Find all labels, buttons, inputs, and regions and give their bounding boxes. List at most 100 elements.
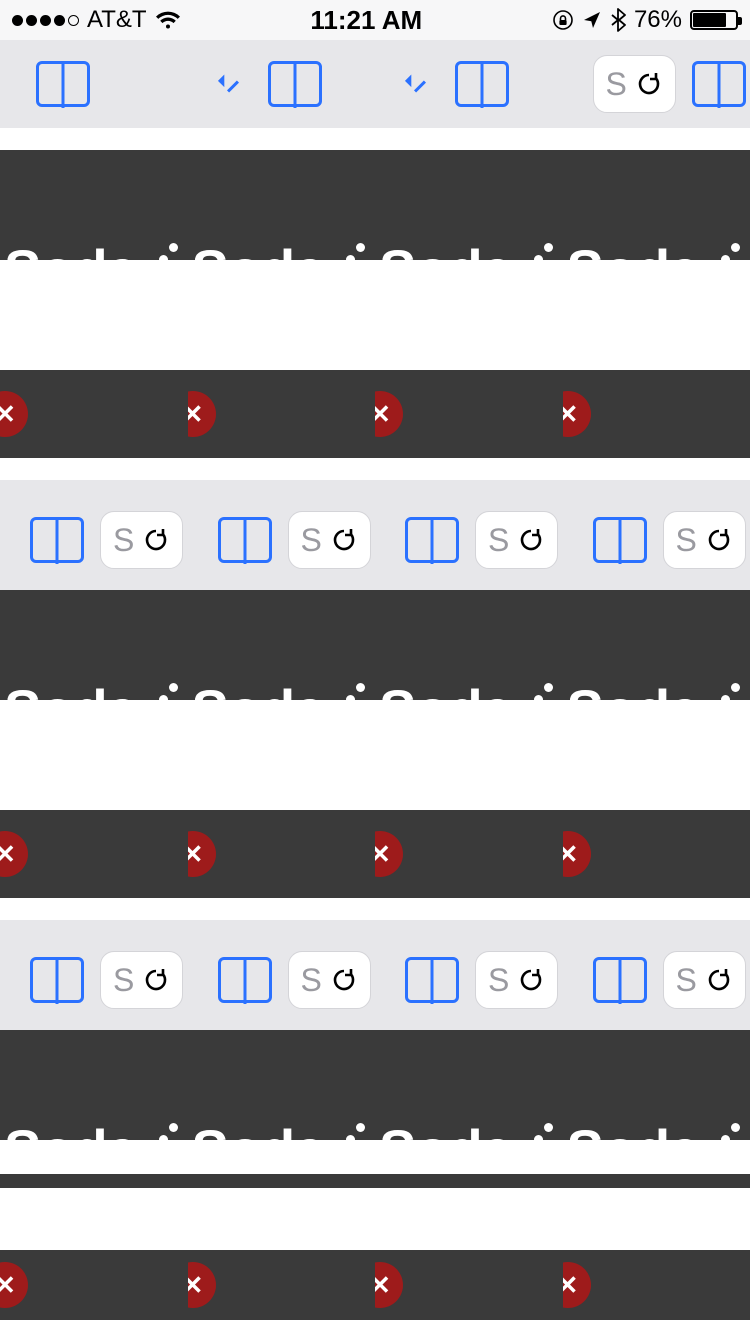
content-strip: ✕: [563, 370, 750, 458]
content-strip: ✕: [0, 370, 188, 458]
address-bar[interactable]: S: [100, 511, 183, 569]
open-in-new-icon[interactable]: [411, 73, 433, 95]
content-gap: [375, 700, 563, 770]
content-strip: ✕: [188, 810, 376, 898]
bookmarks-icon[interactable]: [30, 957, 84, 1003]
bookmarks-icon[interactable]: [405, 517, 459, 563]
tab-thumbnail[interactable]: S: [0, 480, 188, 600]
reload-icon[interactable]: [635, 70, 663, 98]
close-badge-icon[interactable]: ✕: [188, 831, 216, 877]
content-gap: [0, 1140, 188, 1174]
tab-thumbnail[interactable]: S: [188, 480, 376, 600]
wifi-icon: [155, 10, 181, 30]
search-hint: S: [113, 522, 134, 559]
close-badge-icon[interactable]: ✕: [563, 391, 591, 437]
content-gap: [375, 1140, 563, 1174]
reload-icon[interactable]: [705, 526, 733, 554]
status-left: AT&T: [12, 6, 181, 34]
bookmarks-icon[interactable]: [36, 61, 90, 107]
reload-icon[interactable]: [330, 526, 358, 554]
content-gap: [563, 700, 750, 770]
search-hint: S: [113, 962, 134, 999]
bluetooth-icon: [610, 8, 626, 32]
tab-thumbnail[interactable]: [188, 40, 376, 128]
search-hint: S: [301, 522, 322, 559]
search-hint: S: [676, 962, 697, 999]
close-badge-icon[interactable]: ✕: [188, 1262, 216, 1308]
close-badge-icon[interactable]: ✕: [563, 831, 591, 877]
status-right: 76%: [552, 6, 738, 34]
address-bar[interactable]: S: [475, 511, 558, 569]
tab-thumbnail[interactable]: S S: [563, 40, 750, 128]
orientation-lock-icon: [552, 9, 574, 31]
content-strip: ✕: [0, 1250, 188, 1320]
content-strip: ✕: [375, 370, 563, 458]
address-bar[interactable]: S: [663, 951, 746, 1009]
status-clock: 11:21 AM: [310, 5, 422, 36]
reload-icon[interactable]: [517, 526, 545, 554]
close-badge-icon[interactable]: ✕: [188, 391, 216, 437]
content-gap: [563, 1140, 750, 1174]
content-gap: [188, 260, 376, 330]
reload-icon[interactable]: [142, 526, 170, 554]
bookmarks-icon[interactable]: [30, 517, 84, 563]
reload-icon[interactable]: [330, 966, 358, 994]
bookmarks-icon[interactable]: [218, 957, 272, 1003]
battery-icon: [690, 10, 738, 30]
content-strip: ✕: [375, 1250, 563, 1320]
content-gap: [0, 260, 188, 330]
content-gap: [375, 260, 563, 330]
tab-thumbnail[interactable]: [0, 40, 188, 128]
tab-overview-grid: S S Soda Soda Soda Soda ✕ ✕ ✕: [0, 40, 750, 1334]
address-bar[interactable]: S: [288, 951, 371, 1009]
content-strip: ✕: [563, 1250, 750, 1320]
bookmarks-icon[interactable]: [593, 517, 647, 563]
content-strip: ✕: [563, 810, 750, 898]
search-hint: S: [301, 962, 322, 999]
address-bar[interactable]: S: [663, 511, 746, 569]
bookmarks-icon[interactable]: [268, 61, 322, 107]
content-strip: ✕: [188, 1250, 376, 1320]
close-badge-icon[interactable]: ✕: [375, 391, 403, 437]
tab-thumbnail[interactable]: S: [0, 920, 188, 1040]
content-strip: ✕: [375, 810, 563, 898]
close-badge-icon[interactable]: ✕: [0, 831, 28, 877]
tab-thumbnail[interactable]: S: [375, 920, 563, 1040]
close-badge-icon[interactable]: ✕: [375, 1262, 403, 1308]
battery-percent: 76%: [634, 6, 682, 34]
reload-icon[interactable]: [517, 966, 545, 994]
bookmarks-icon[interactable]: [455, 61, 509, 107]
tab-thumbnail[interactable]: S: [563, 480, 750, 600]
close-badge-icon[interactable]: ✕: [0, 391, 28, 437]
bookmarks-icon[interactable]: [593, 957, 647, 1003]
open-in-new-icon[interactable]: [224, 73, 246, 95]
address-bar[interactable]: S: [100, 951, 183, 1009]
address-bar[interactable]: S: [288, 511, 371, 569]
ios-status-bar: AT&T 11:21 AM 76%: [0, 0, 750, 40]
tab-thumbnail[interactable]: [375, 40, 563, 128]
close-badge-icon[interactable]: ✕: [563, 1262, 591, 1308]
bookmarks-icon[interactable]: [218, 517, 272, 563]
bookmarks-icon[interactable]: [405, 957, 459, 1003]
bookmarks-icon[interactable]: [692, 61, 746, 107]
content-gap: [188, 700, 376, 770]
tab-thumbnail[interactable]: S: [375, 480, 563, 600]
content-gap: [0, 700, 188, 770]
search-hint: S: [606, 66, 627, 103]
close-badge-icon[interactable]: ✕: [375, 831, 403, 877]
search-hint: S: [488, 962, 509, 999]
tab-thumbnail[interactable]: S: [188, 920, 376, 1040]
content-strip: ✕: [0, 810, 188, 898]
address-bar[interactable]: S: [593, 55, 676, 113]
content-strip: ✕: [188, 370, 376, 458]
content-gap: [563, 260, 750, 330]
location-icon: [582, 10, 602, 30]
content-gap: [188, 1140, 376, 1174]
address-bar[interactable]: S: [475, 951, 558, 1009]
carrier-label: AT&T: [87, 6, 147, 34]
tab-thumbnail[interactable]: S: [563, 920, 750, 1040]
reload-icon[interactable]: [142, 966, 170, 994]
reload-icon[interactable]: [705, 966, 733, 994]
search-hint: S: [676, 522, 697, 559]
close-badge-icon[interactable]: ✕: [0, 1262, 28, 1308]
